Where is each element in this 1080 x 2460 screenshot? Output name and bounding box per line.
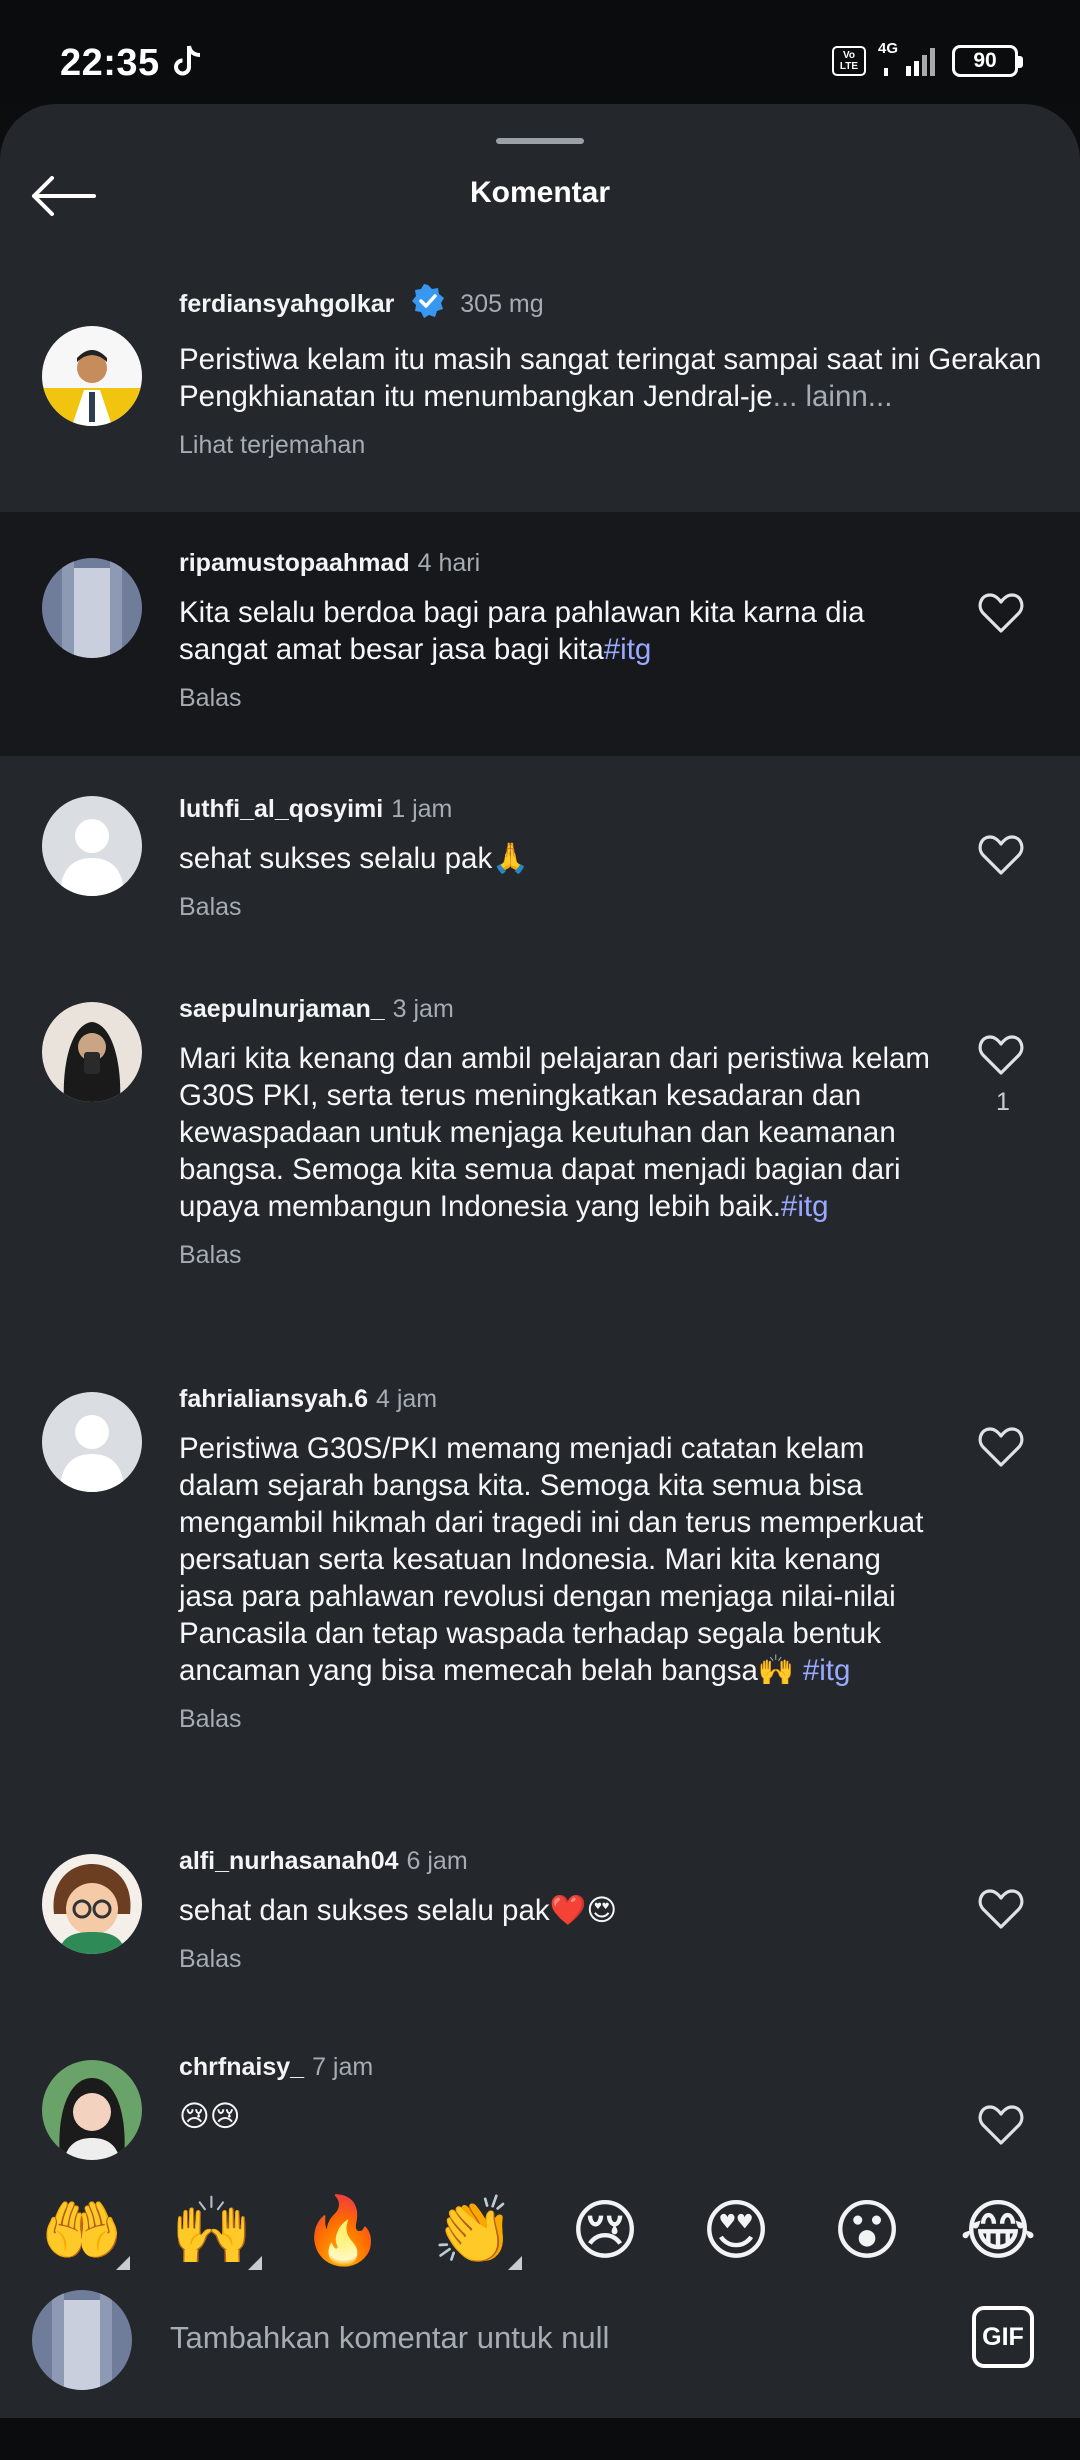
like-button[interactable] — [978, 834, 1028, 880]
timestamp: 4 jam — [375, 1385, 438, 1413]
username[interactable]: luthfi_al_qosyimi — [179, 795, 383, 823]
status-time: 22:35 — [60, 42, 160, 84]
drag-handle[interactable] — [496, 138, 584, 144]
verified-badge-icon — [411, 284, 445, 327]
like-button[interactable] — [978, 592, 1028, 638]
comments-sheet: Komentar ferdiansyahgolkar 305 mg Perist… — [0, 104, 1080, 2418]
emoji-variants-icon[interactable] — [508, 2256, 522, 2270]
emoji-button-crying[interactable]: 😢 — [561, 2188, 649, 2272]
more-link[interactable]: ... lainn... — [773, 380, 893, 413]
timestamp: 4 hari — [417, 549, 481, 577]
emoji-button-surprised[interactable]: 😮 — [823, 2188, 911, 2272]
username[interactable]: fahrialiansyah.6 — [179, 1385, 368, 1413]
username[interactable]: chrfnaisy_ — [179, 2053, 304, 2081]
comment-item: luthfi_al_qosyimi 1 jam sehat sukses sela… — [0, 756, 1080, 956]
avatar — [32, 2290, 132, 2390]
emoji-button-raised-hands[interactable]: 🙌 — [168, 2188, 256, 2272]
heart-icon — [978, 2105, 1024, 2145]
hashtag-link[interactable]: #itg — [604, 633, 652, 666]
heart-icon — [978, 1035, 1024, 1075]
emoji-reaction-bar: 🤲 🙌 🔥 👏 😢 😍 😮 😂 — [0, 2188, 1080, 2296]
translate-link[interactable]: Lihat terjemahan — [179, 431, 939, 460]
reply-button[interactable]: Balas — [179, 893, 939, 922]
emoji-button-clap[interactable]: 👏 — [430, 2188, 518, 2272]
volte-icon: Vo LTE — [832, 46, 866, 76]
status-bar: 22:35 Vo LTE 4G 90 — [0, 0, 1080, 104]
like-button[interactable] — [978, 2104, 1028, 2150]
timestamp: 1 jam — [391, 795, 453, 823]
like-button[interactable] — [978, 1426, 1028, 1472]
emoji-variants-icon[interactable] — [248, 2256, 262, 2270]
timestamp: 6 jam — [406, 1847, 468, 1875]
comment-text: 😢😢 — [179, 2100, 241, 2133]
avatar[interactable] — [42, 1392, 142, 1492]
username[interactable]: alfi_nurhasanah04 — [179, 1847, 399, 1875]
avatar[interactable] — [42, 1854, 142, 1954]
emoji-button-palms-up[interactable]: 🤲 — [38, 2188, 126, 2272]
gif-button[interactable]: GIF — [972, 2306, 1034, 2368]
avatar[interactable] — [42, 326, 142, 426]
comment-item: ripamustopaahmad 4 hari Kita selalu berdo… — [0, 512, 1080, 756]
hashtag-link[interactable]: #itg — [803, 1654, 851, 1687]
comment-composer: Tambahkan komentar untuk null GIF — [0, 2290, 1080, 2418]
comment-item: fahrialiansyah.6 4 jam Peristiwa G30S/PKI… — [0, 1346, 1080, 1810]
comment-text: Peristiwa G30S/PKI memang menjadi catata… — [179, 1432, 932, 1687]
post-caption: ferdiansyahgolkar 305 mg Peristiwa kelam… — [0, 264, 1080, 514]
heart-icon — [978, 1427, 1024, 1467]
username[interactable]: saepulnurjaman_ — [179, 995, 385, 1023]
system-nav-bar — [0, 2418, 1080, 2460]
comment-text: sehat dan sukses selalu pak❤️😍 — [179, 1894, 618, 1927]
emoji-button-laughing[interactable]: 😂 — [954, 2188, 1042, 2272]
timestamp: 7 jam — [312, 2053, 374, 2081]
comment-text: sehat sukses selalu pak🙏 — [179, 842, 529, 875]
username[interactable]: ferdiansyahgolkar — [179, 290, 394, 318]
comment-text: Kita selalu berdoa bagi para pahlawan ki… — [179, 596, 873, 666]
avatar[interactable] — [42, 558, 142, 658]
avatar[interactable] — [42, 1002, 142, 1102]
hashtag-link[interactable]: #itg — [781, 1190, 829, 1223]
comment-item: alfi_nurhasanah04 6 jam sehat dan sukses … — [0, 1810, 1080, 2014]
battery-icon: 90 — [952, 45, 1023, 77]
heart-icon — [978, 593, 1024, 633]
comment-item: saepulnurjaman_ 3 jam Mari kita kenang da… — [0, 956, 1080, 1346]
like-button[interactable] — [978, 1034, 1028, 1080]
signal-icon: 4G — [878, 40, 940, 78]
avatar[interactable] — [42, 796, 142, 896]
emoji-button-fire[interactable]: 🔥 — [299, 2188, 387, 2272]
tiktok-icon — [172, 44, 202, 83]
like-count: 1 — [996, 1088, 1010, 1116]
page-title: Komentar — [469, 176, 611, 209]
reply-button[interactable]: Balas — [179, 1241, 939, 1270]
username[interactable]: ripamustopaahmad — [179, 549, 410, 577]
avatar[interactable] — [42, 2060, 142, 2160]
caption-text: Peristiwa kelam itu masih sangat teringa… — [179, 343, 1050, 413]
comment-input[interactable]: Tambahkan komentar untuk null — [170, 2320, 609, 2356]
heart-icon — [978, 1889, 1024, 1929]
timestamp: 305 mg — [460, 290, 544, 318]
reply-button[interactable]: Balas — [179, 1945, 939, 1974]
reply-button[interactable]: Balas — [179, 1705, 939, 1734]
timestamp: 3 jam — [392, 995, 454, 1023]
heart-icon — [978, 835, 1024, 875]
comment-text: Mari kita kenang dan ambil pelajaran dar… — [179, 1042, 939, 1223]
emoji-button-heart-eyes[interactable]: 😍 — [692, 2188, 780, 2272]
comment-item: chrfnaisy_ 7 jam 😢😢 — [0, 2014, 1080, 2194]
like-button[interactable] — [978, 1888, 1028, 1934]
reply-button[interactable]: Balas — [179, 684, 939, 713]
emoji-variants-icon[interactable] — [116, 2256, 130, 2270]
